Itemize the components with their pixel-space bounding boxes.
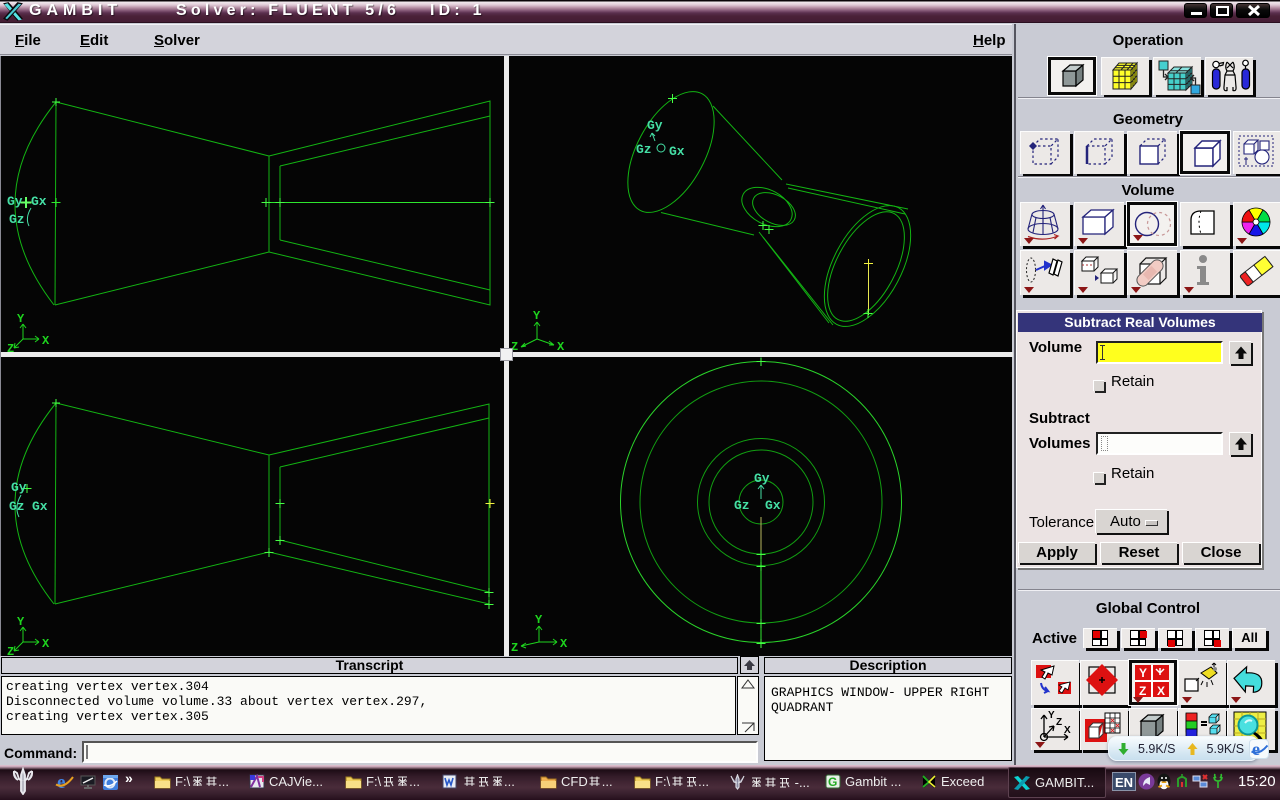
svg-text:X: X (560, 637, 568, 651)
svg-text:Z: Z (1139, 684, 1146, 698)
svg-text:Gx: Gx (32, 499, 48, 514)
svg-text:Gy: Gy (7, 194, 23, 209)
svg-text:Gz: Gz (9, 212, 25, 227)
svg-text:Z: Z (1056, 717, 1062, 728)
svg-text:Gz: Gz (636, 142, 652, 157)
svg-text:Gy: Gy (11, 480, 27, 495)
svg-text:Gz: Gz (734, 498, 750, 513)
svg-text:Y: Y (17, 312, 25, 326)
svg-text:Y: Y (533, 309, 541, 323)
svg-text:Gy: Gy (754, 471, 770, 486)
svg-text:Z: Z (7, 645, 14, 656)
svg-text:Z: Z (511, 641, 518, 655)
svg-text:Gy: Gy (647, 118, 663, 133)
svg-text:Y: Y (1048, 710, 1055, 721)
svg-text:G: G (828, 775, 837, 789)
svg-text:X: X (42, 637, 50, 651)
svg-text:X: X (1064, 725, 1071, 736)
svg-text:e: e (57, 772, 65, 791)
svg-text:X: X (42, 334, 50, 348)
svg-text:e: e (1252, 740, 1260, 758)
svg-text:Z: Z (7, 342, 14, 352)
svg-text:Gx: Gx (765, 498, 781, 513)
svg-text:Y: Y (535, 613, 543, 627)
svg-text:Gx: Gx (31, 194, 47, 209)
svg-text:X: X (557, 340, 565, 352)
svg-text:X: X (1157, 684, 1165, 698)
svg-text:Gx: Gx (669, 144, 685, 159)
svg-text:Y: Y (1139, 666, 1147, 680)
svg-text:Y: Y (17, 615, 25, 629)
